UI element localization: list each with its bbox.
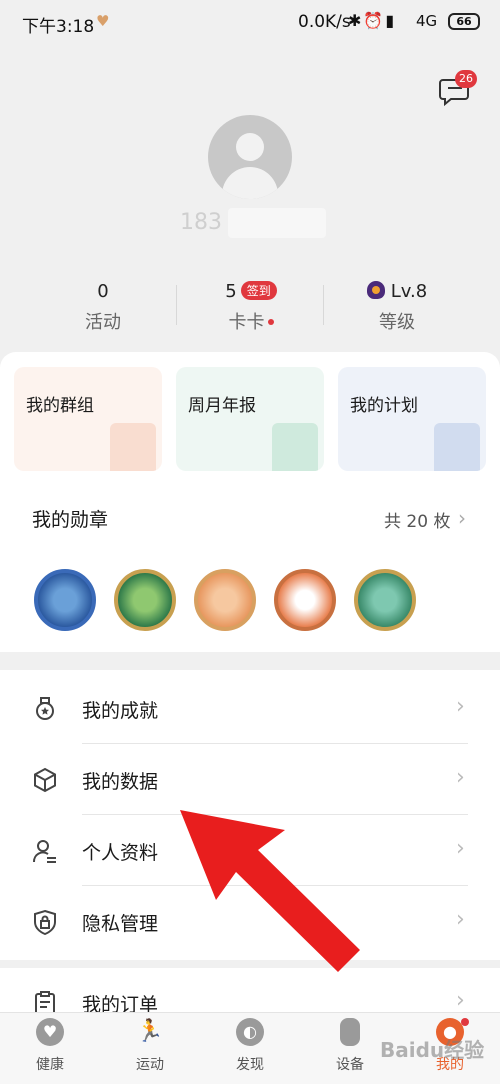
stat-kaka-label-row: 卡卡	[168, 308, 334, 334]
stat-activity[interactable]: 0 活动	[20, 281, 186, 334]
stat-level-value-row: Lv.8	[314, 281, 480, 302]
stat-kaka-label: 卡卡	[228, 312, 265, 333]
quick-card-label: 我的群组	[26, 396, 94, 416]
stat-level-label: 等级	[379, 312, 415, 333]
nav-tab-health[interactable]: ♥ 健康	[0, 1018, 100, 1074]
battery-icon: 66	[448, 13, 480, 30]
report-illustration-icon	[272, 423, 318, 471]
quick-card-label: 我的计划	[350, 396, 418, 416]
medal-badge[interactable]	[354, 569, 416, 631]
menu-item-label: 隐私管理	[82, 913, 159, 935]
nav-label: 运动	[136, 1057, 164, 1073]
nav-tab-exercise[interactable]: 🏃 运动	[100, 1018, 200, 1074]
chevron-right-icon[interactable]: ›	[458, 506, 466, 530]
medal-badge[interactable]	[34, 569, 96, 631]
medal-badge[interactable]	[114, 569, 176, 631]
chevron-right-icon: ›	[456, 765, 465, 790]
chevron-right-icon: ›	[456, 988, 465, 1013]
person-icon	[32, 838, 58, 864]
quick-card-plans[interactable]: 我的计划	[338, 367, 486, 471]
groups-illustration-icon	[110, 423, 156, 471]
username-mask	[228, 208, 326, 238]
plan-illustration-icon	[434, 423, 480, 471]
network-type: 4G	[416, 12, 438, 30]
quick-card-reports[interactable]: 周月年报	[176, 367, 324, 471]
globe-icon: ◐	[236, 1018, 264, 1046]
status-time: 下午3:18	[22, 17, 95, 37]
red-dot-indicator	[267, 319, 274, 325]
heart-icon: ♥	[36, 1018, 64, 1046]
medals-title: 我的勋章	[32, 509, 109, 531]
menu-item-label: 个人资料	[82, 842, 159, 864]
medal-badge[interactable]	[274, 569, 336, 631]
stat-kaka-value: 5	[225, 281, 237, 302]
message-count-badge: 26	[455, 70, 477, 88]
cube-icon	[32, 767, 58, 793]
lock-icon	[32, 909, 58, 936]
chevron-right-icon: ›	[456, 836, 465, 861]
nav-tab-discover[interactable]: ◐ 发现	[200, 1018, 300, 1074]
watch-icon	[340, 1018, 360, 1046]
stat-activity-value: 0	[97, 281, 109, 302]
menu-item-label: 我的成就	[82, 700, 159, 722]
chevron-right-icon: ›	[456, 907, 465, 932]
checkin-badge[interactable]: 签到	[240, 281, 277, 300]
stat-activity-label: 活动	[85, 312, 121, 333]
medals-count[interactable]: 共 20 枚	[384, 507, 450, 532]
watermark: Baidu经验	[380, 1038, 485, 1062]
menu-item-achievements[interactable]: 我的成就 ›	[0, 672, 500, 744]
level-shield-icon	[366, 281, 385, 299]
run-icon: 🏃	[136, 1019, 164, 1044]
quick-card-groups[interactable]: 我的群组	[14, 367, 162, 471]
quick-card-label: 周月年报	[188, 396, 256, 416]
menu-item-label: 我的数据	[82, 771, 159, 793]
avatar[interactable]	[208, 115, 292, 199]
chevron-right-icon: ›	[456, 694, 465, 719]
medal-icon	[32, 696, 58, 722]
stat-level-value: Lv.8	[390, 281, 428, 302]
status-bar: 下午3:18 ♥ 0.0K/s ✱⏰▮ 4G 66	[0, 0, 500, 44]
net-speed: 0.0K/s	[298, 12, 351, 32]
notification-dot	[461, 1018, 469, 1026]
stat-level[interactable]: Lv.8 等级	[314, 281, 480, 334]
status-icons: ✱⏰▮	[348, 11, 397, 30]
nav-label: 健康	[36, 1057, 64, 1073]
stat-kaka-value-row: 5 签到	[168, 281, 334, 302]
red-arrow-annotation	[180, 810, 360, 972]
medal-badge[interactable]	[194, 569, 256, 631]
heart-status-icon: ♥	[96, 12, 110, 30]
nav-label: 发现	[236, 1057, 264, 1073]
stat-kaka[interactable]: 5 签到 卡卡	[168, 281, 334, 334]
